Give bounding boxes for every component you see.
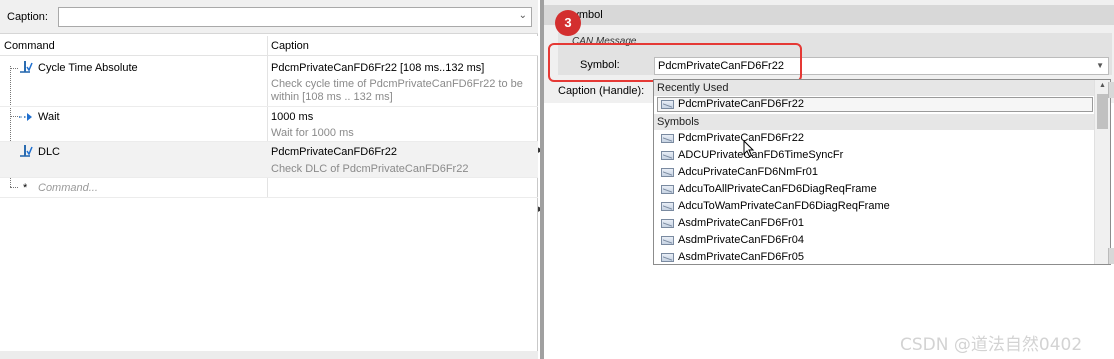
- list-item[interactable]: PdcmPrivateCanFD6Fr22: [654, 96, 1094, 113]
- list-item-label: AdcuToAllPrivateCanFD6DiagReqFrame: [678, 183, 877, 195]
- test-sequence-pane: Caption: ⌄ Command Caption Cycle Time Ab…: [0, 0, 538, 359]
- list-item[interactable]: AsdmPrivateCanFD6Fr01: [654, 215, 1094, 232]
- symbol-dropdown-list[interactable]: Recently Used PdcmPrivateCanFD6Fr22 Symb…: [653, 79, 1111, 265]
- list-item-label: PdcmPrivateCanFD6Fr22: [678, 132, 804, 144]
- list-item[interactable]: ADCUPrivateCanFD6TimeSyncFr: [654, 147, 1094, 164]
- side-scroll-button[interactable]: [1108, 82, 1114, 98]
- message-icon: [661, 134, 674, 143]
- wait-arrow-icon: [19, 113, 32, 121]
- caption-filter-bar: Caption: ⌄: [0, 0, 538, 34]
- new-command-placeholder[interactable]: Command...: [38, 182, 98, 194]
- command-caption: 1000 ms: [271, 111, 314, 123]
- list-item-label: AsdmPrivateCanFD6Fr05: [678, 251, 804, 263]
- table-row[interactable]: DLC PdcmPrivateCanFD6Fr22 Check DLC of P…: [0, 142, 538, 178]
- command-name: Wait: [38, 111, 60, 123]
- message-icon: [661, 168, 674, 177]
- watermark-text: CSDN @道法自然0402: [900, 335, 1083, 355]
- list-item[interactable]: AdcuToWamPrivateCanFD6DiagReqFrame: [654, 198, 1094, 215]
- mouse-cursor-icon: [743, 140, 755, 158]
- highlight-annotation: [548, 43, 802, 82]
- symbol-section-header: Symbol: [544, 5, 1114, 25]
- list-item-label: AdcuPrivateCanFD6NmFr01: [678, 166, 818, 178]
- command-name: DLC: [38, 146, 61, 158]
- command-description: Check DLC of PdcmPrivateCanFD6Fr22: [271, 163, 469, 175]
- list-item[interactable]: AdcuToAllPrivateCanFD6DiagReqFrame: [654, 181, 1094, 198]
- new-command-row[interactable]: * Command...: [0, 178, 538, 198]
- step-badge: 3: [555, 10, 581, 36]
- grid-header: Command Caption: [0, 36, 538, 56]
- caption-filter-combo[interactable]: ⌄: [58, 7, 532, 27]
- list-item[interactable]: AdcuPrivateCanFD6NmFr01: [654, 164, 1094, 181]
- list-item-label: AsdmPrivateCanFD6Fr01: [678, 217, 804, 229]
- list-item[interactable]: PdcmPrivateCanFD6Fr22: [654, 130, 1094, 147]
- list-item[interactable]: AsdmPrivateCanFD6Fr04: [654, 232, 1094, 249]
- check-signal-icon: [20, 61, 33, 73]
- chevron-down-icon[interactable]: ⌄: [519, 10, 527, 21]
- table-row[interactable]: Wait 1000 ms Wait for 1000 ms: [0, 107, 538, 142]
- list-item-label: AdcuToWamPrivateCanFD6DiagReqFrame: [678, 200, 890, 212]
- command-description: Check cycle time of PdcmPrivateCanFD6Fr2…: [271, 78, 523, 103]
- new-row-marker: *: [23, 182, 28, 194]
- command-caption: PdcmPrivateCanFD6Fr22 [108 ms..132 ms]: [271, 62, 485, 74]
- command-name: Cycle Time Absolute: [38, 62, 138, 74]
- list-item-label: ADCUPrivateCanFD6TimeSyncFr: [678, 149, 844, 161]
- side-scroll-button[interactable]: [1108, 248, 1114, 264]
- caption-filter-label: Caption:: [7, 11, 48, 23]
- group-header-symbols: Symbols: [654, 114, 1094, 130]
- message-icon: [661, 236, 674, 245]
- command-description: Wait for 1000 ms: [271, 127, 354, 139]
- left-pane-footer: [0, 351, 538, 359]
- message-icon: [661, 185, 674, 194]
- group-header-recent: Recently Used: [654, 80, 1094, 96]
- dropdown-arrow-icon[interactable]: ▼: [1096, 61, 1104, 70]
- message-icon: [661, 151, 674, 160]
- column-header-command[interactable]: Command: [4, 40, 55, 52]
- column-header-caption[interactable]: Caption: [271, 40, 309, 52]
- message-icon: [661, 253, 674, 262]
- message-icon: [661, 100, 674, 109]
- scrollbar-thumb[interactable]: [1097, 94, 1108, 129]
- dropdown-scrollbar[interactable]: ▲: [1094, 80, 1110, 264]
- list-item-label: PdcmPrivateCanFD6Fr22: [678, 98, 804, 110]
- command-caption: PdcmPrivateCanFD6Fr22: [271, 146, 397, 158]
- message-icon: [661, 219, 674, 228]
- list-item[interactable]: AsdmPrivateCanFD6Fr05: [654, 249, 1094, 264]
- message-icon: [661, 202, 674, 211]
- scroll-up-icon[interactable]: ▲: [1099, 82, 1106, 89]
- table-row[interactable]: Cycle Time Absolute PdcmPrivateCanFD6Fr2…: [0, 58, 538, 107]
- check-signal-icon: [20, 145, 33, 157]
- list-item-label: AsdmPrivateCanFD6Fr04: [678, 234, 804, 246]
- caption-handle-label: Caption (Handle):: [558, 85, 645, 97]
